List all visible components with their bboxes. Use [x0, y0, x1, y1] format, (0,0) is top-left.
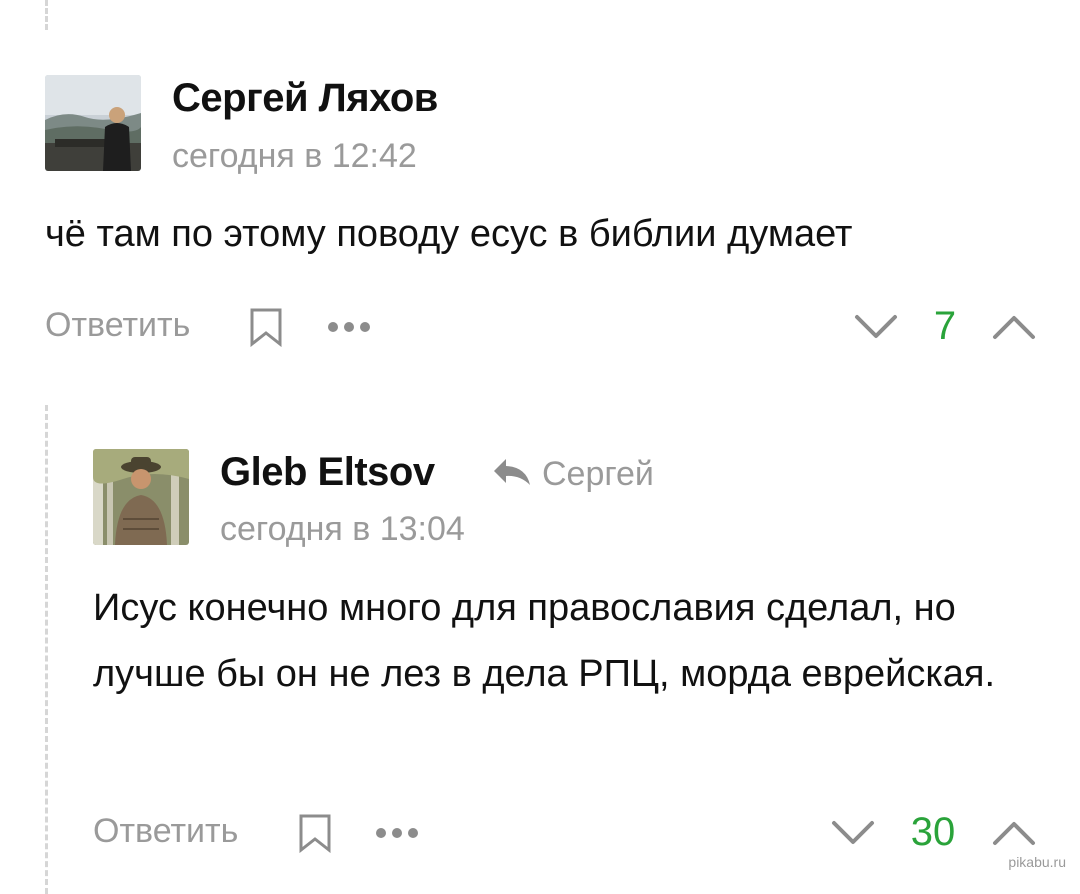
- rating-score: 7: [933, 304, 957, 348]
- comment-timestamp: сегодня в 12:42: [172, 137, 417, 175]
- author-name[interactable]: Сергей Ляхов: [172, 76, 438, 121]
- reply-button[interactable]: Ответить: [45, 306, 190, 345]
- more-dots-icon[interactable]: [326, 320, 372, 334]
- rating-score: 30: [910, 810, 956, 854]
- chevron-up-icon[interactable]: [992, 819, 1036, 847]
- reply-arrow-icon: [492, 457, 532, 492]
- comment-timestamp: сегодня в 13:04: [220, 510, 465, 548]
- bookmark-icon[interactable]: [298, 813, 332, 853]
- chevron-down-icon[interactable]: [831, 819, 875, 847]
- reply-to-link[interactable]: Сергей: [492, 455, 654, 494]
- chevron-down-icon[interactable]: [854, 313, 898, 341]
- site-watermark: pikabu.ru: [1008, 854, 1066, 870]
- bookmark-icon[interactable]: [249, 307, 283, 347]
- thread-line: [45, 405, 48, 894]
- avatar[interactable]: [45, 75, 141, 171]
- more-dots-icon[interactable]: [374, 826, 420, 840]
- avatar[interactable]: [93, 449, 189, 545]
- author-name[interactable]: Gleb Eltsov: [220, 450, 435, 495]
- reply-to-name: Сергей: [542, 455, 654, 493]
- reply-button[interactable]: Ответить: [93, 812, 238, 851]
- comment-text: чё там по этому поводу есус в библии дум…: [45, 213, 853, 255]
- thread-line: [45, 0, 48, 30]
- comment-text: Исус конечно много для православия сдела…: [93, 587, 996, 695]
- chevron-up-icon[interactable]: [992, 313, 1036, 341]
